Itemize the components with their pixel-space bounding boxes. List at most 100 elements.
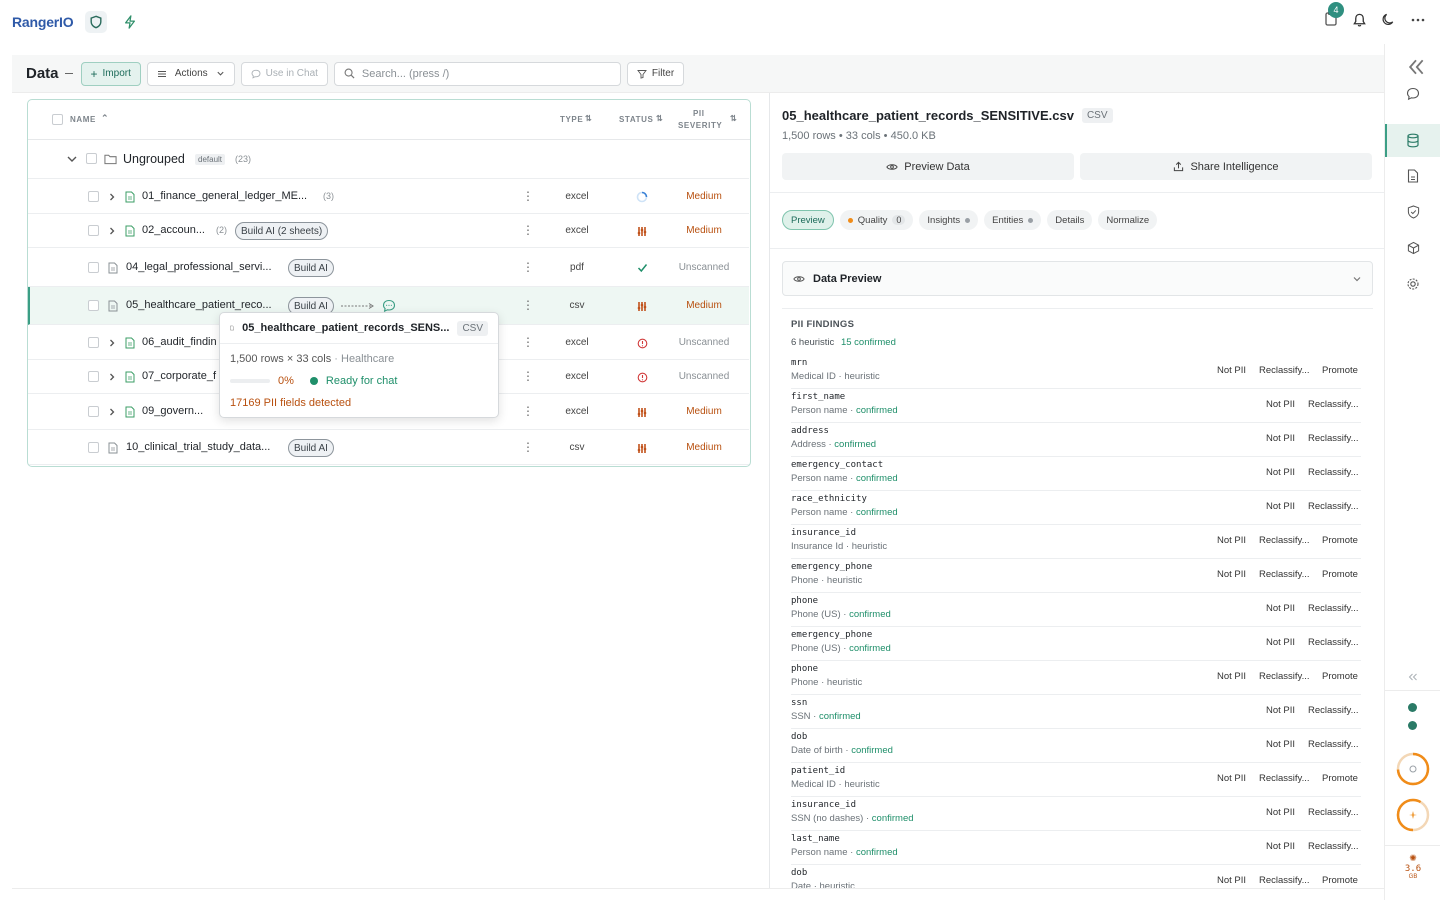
bell-icon[interactable]: [1352, 12, 1367, 28]
chevron-right-icon[interactable]: [107, 372, 117, 382]
group-row-ungrouped[interactable]: Ungrouped default (23): [28, 140, 749, 179]
cube-icon[interactable]: [1403, 238, 1423, 258]
reclassify-button[interactable]: Reclassify...: [1259, 365, 1310, 376]
pii-severity-header-line2[interactable]: SEVERITY: [678, 121, 722, 130]
not-pii-button[interactable]: Not PII: [1217, 365, 1246, 376]
group-checkbox[interactable]: [86, 153, 97, 164]
resource-gauge-cpu[interactable]: [1395, 751, 1431, 787]
file-name[interactable]: 06_audit_findin: [142, 336, 217, 348]
tab-preview[interactable]: Preview: [782, 210, 834, 230]
sort-icon[interactable]: ⇅: [585, 114, 592, 123]
promote-button[interactable]: Promote: [1322, 671, 1358, 682]
chevron-right-icon[interactable]: [107, 192, 117, 202]
file-name[interactable]: 10_clinical_trial_study_data...: [126, 441, 270, 453]
reclassify-button[interactable]: Reclassify...: [1308, 399, 1359, 410]
reclassify-button[interactable]: Reclassify...: [1308, 603, 1359, 614]
promote-button[interactable]: Promote: [1322, 569, 1358, 580]
search-box[interactable]: [333, 61, 621, 86]
reclassify-button[interactable]: Reclassify...: [1259, 773, 1310, 784]
shield-icon[interactable]: [85, 11, 108, 33]
import-button[interactable]: + Import: [80, 61, 141, 86]
reclassify-button[interactable]: Reclassify...: [1259, 875, 1310, 886]
reclassify-button[interactable]: Reclassify...: [1308, 841, 1359, 852]
chevron-down-icon[interactable]: [66, 153, 78, 165]
actions-button[interactable]: Actions: [146, 61, 235, 86]
table-row[interactable]: 10_clinical_trial_study_data... Build AI ⋮…: [28, 430, 749, 465]
filter-button[interactable]: Filter: [626, 61, 685, 86]
tab-details[interactable]: Details: [1047, 210, 1093, 230]
pii-severity-header-line1[interactable]: PII: [693, 109, 705, 118]
chevron-right-icon[interactable]: [107, 338, 117, 348]
tab-normalize[interactable]: Normalize: [1098, 210, 1158, 230]
reclassify-button[interactable]: Reclassify...: [1308, 807, 1359, 818]
not-pii-button[interactable]: Not PII: [1217, 535, 1246, 546]
promote-button[interactable]: Promote: [1322, 875, 1358, 886]
table-row[interactable]: 01_finance_general_ledger_ME... (3) ⋮ excel…: [28, 179, 749, 214]
row-menu-icon[interactable]: ⋮: [522, 369, 534, 383]
tab-quality[interactable]: Quality 0: [839, 210, 914, 230]
tasks-button[interactable]: 4: [1324, 2, 1344, 29]
not-pii-button[interactable]: Not PII: [1266, 841, 1295, 852]
search-input[interactable]: [361, 67, 602, 80]
row-checkbox[interactable]: [88, 300, 99, 311]
row-checkbox[interactable]: [88, 225, 99, 236]
row-menu-icon[interactable]: ⋮: [522, 260, 534, 274]
not-pii-button[interactable]: Not PII: [1266, 501, 1295, 512]
row-menu-icon[interactable]: ⋮: [522, 440, 534, 454]
chat-bubble-icon[interactable]: [382, 299, 396, 313]
status-column-header[interactable]: STATUS: [619, 115, 653, 124]
lightning-icon[interactable]: [119, 11, 141, 33]
chat-icon[interactable]: [1403, 84, 1423, 104]
file-name[interactable]: 01_finance_general_ledger_ME...: [142, 190, 307, 202]
not-pii-button[interactable]: Not PII: [1266, 433, 1295, 444]
file-name[interactable]: 04_legal_professional_servi...: [126, 261, 272, 273]
row-checkbox[interactable]: [88, 337, 99, 348]
sort-ascending-icon[interactable]: ⌃: [101, 113, 109, 124]
table-row[interactable]: 04_legal_professional_servi... Build AI ⋮ p…: [28, 248, 749, 287]
select-all-checkbox[interactable]: [52, 114, 63, 125]
not-pii-button[interactable]: Not PII: [1266, 807, 1295, 818]
file-name[interactable]: 02_accoun...: [142, 224, 205, 236]
database-icon[interactable]: [1403, 130, 1423, 150]
shield-check-icon[interactable]: [1403, 202, 1423, 222]
not-pii-button[interactable]: Not PII: [1266, 603, 1295, 614]
not-pii-button[interactable]: Not PII: [1217, 875, 1246, 886]
moon-icon[interactable]: [1381, 12, 1396, 27]
row-menu-icon[interactable]: ⋮: [522, 298, 534, 312]
tab-entities[interactable]: Entities: [984, 210, 1042, 230]
memory-indicator[interactable]: ✺ 3.6 GB: [1385, 853, 1440, 880]
file-name[interactable]: 07_corporate_f: [142, 370, 216, 382]
reclassify-button[interactable]: Reclassify...: [1308, 705, 1359, 716]
row-checkbox[interactable]: [88, 262, 99, 273]
reclassify-button[interactable]: Reclassify...: [1259, 535, 1310, 546]
tab-insights[interactable]: Insights: [919, 210, 979, 230]
share-intelligence-button[interactable]: Share Intelligence: [1080, 153, 1372, 180]
use-in-chat-button[interactable]: Use in Chat: [240, 61, 328, 86]
not-pii-button[interactable]: Not PII: [1217, 569, 1246, 580]
row-menu-icon[interactable]: ⋮: [522, 404, 534, 418]
file-name[interactable]: 05_healthcare_patient_reco...: [126, 299, 272, 311]
chevron-right-icon[interactable]: [107, 226, 117, 236]
gear-icon[interactable]: [1403, 274, 1423, 294]
reclassify-button[interactable]: Reclassify...: [1308, 501, 1359, 512]
reclassify-button[interactable]: Reclassify...: [1308, 739, 1359, 750]
promote-button[interactable]: Promote: [1322, 773, 1358, 784]
preview-data-button[interactable]: Preview Data: [782, 153, 1074, 180]
data-preview-section[interactable]: Data Preview: [782, 261, 1373, 296]
chevron-down-icon[interactable]: [1352, 274, 1362, 284]
not-pii-button[interactable]: Not PII: [1266, 739, 1295, 750]
document-icon[interactable]: [1403, 166, 1423, 186]
reclassify-button[interactable]: Reclassify...: [1308, 637, 1359, 648]
build-ai-button[interactable]: Build AI (2 sheets): [235, 222, 329, 240]
collapse-double-chevron-icon[interactable]: [1406, 57, 1426, 77]
expand-double-chevron-icon[interactable]: [1407, 672, 1419, 682]
not-pii-button[interactable]: Not PII: [1217, 671, 1246, 682]
reclassify-button[interactable]: Reclassify...: [1308, 467, 1359, 478]
reclassify-button[interactable]: Reclassify...: [1259, 569, 1310, 580]
not-pii-button[interactable]: Not PII: [1266, 399, 1295, 410]
promote-button[interactable]: Promote: [1322, 535, 1358, 546]
build-ai-button[interactable]: Build AI: [288, 439, 334, 457]
not-pii-button[interactable]: Not PII: [1266, 637, 1295, 648]
row-checkbox[interactable]: [88, 442, 99, 453]
app-logo[interactable]: RangerIO: [12, 14, 74, 30]
